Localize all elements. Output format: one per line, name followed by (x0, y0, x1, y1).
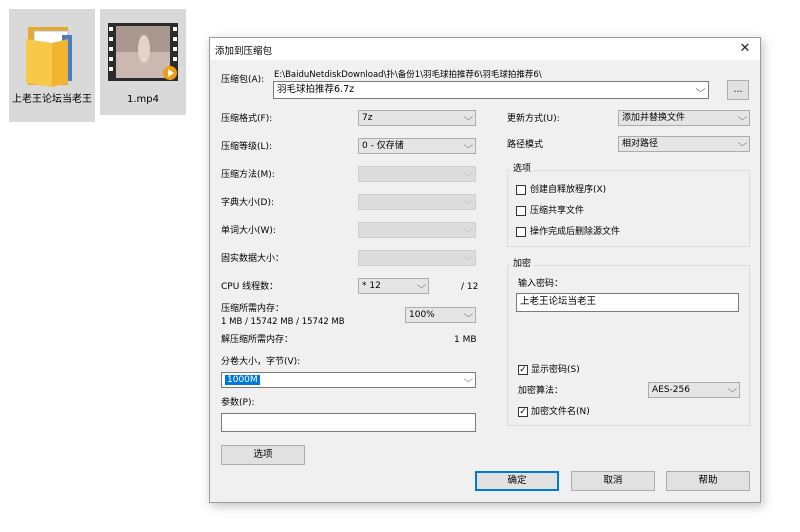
ok-button[interactable]: 确定 (475, 471, 559, 491)
dialog-titlebar[interactable]: 添加到压缩包 ✕ (210, 38, 760, 60)
close-icon[interactable]: ✕ (732, 39, 758, 59)
options-button[interactable]: 选项 (221, 445, 305, 465)
browse-button[interactable]: ... (727, 80, 749, 100)
desktop-folder-icon[interactable]: 上老王论坛当老王 (9, 9, 95, 122)
archive-directory: E:\BaiduNetdiskDownload\扑\备份1\羽毛球拍推荐6\羽毛… (274, 70, 542, 80)
chevron-down-icon: ⌵ (416, 281, 427, 291)
password-value: 上老王论坛当老王 (520, 296, 597, 307)
archive-name-input[interactable]: 羽毛球拍推荐6.7z ⌵ (273, 81, 709, 99)
cpu-threads-value: * 12 (362, 281, 381, 291)
sfx-label: 创建自释放程序(X) (530, 185, 607, 195)
chevron-down-icon: ⌵ (463, 141, 474, 151)
dictionary-select[interactable]: ⌵ (358, 194, 476, 210)
solid-size-label: 固实数据大小： (221, 254, 285, 264)
memory-percent-value: 100% (409, 310, 435, 320)
cpu-threads-select[interactable]: * 12 ⌵ (358, 278, 429, 294)
format-select[interactable]: 7z ⌵ (358, 110, 476, 126)
chevron-down-icon: ⌵ (737, 139, 748, 149)
decompress-memory-value: 1 MB (454, 335, 477, 345)
chevron-down-icon: ⌵ (463, 169, 474, 179)
parameters-input[interactable] (221, 413, 476, 432)
path-mode-label: 路径模式 (507, 140, 544, 150)
level-value: 0 - 仅存储 (362, 141, 404, 151)
compress-memory-label: 压缩所需内存： (221, 304, 285, 314)
archive-label: 压缩包(A): (221, 75, 265, 85)
chevron-down-icon: ⌵ (727, 385, 738, 395)
desktop-video-icon[interactable]: 1.mp4 (100, 9, 186, 115)
level-select[interactable]: 0 - 仅存储 ⌵ (358, 138, 476, 154)
encrypt-names-checkbox[interactable]: ✓ (518, 407, 528, 417)
format-value: 7z (362, 113, 373, 123)
check-icon: ✓ (519, 407, 527, 417)
encrypt-names-label: 加密文件名(N) (531, 407, 590, 417)
help-button[interactable]: 帮助 (666, 471, 750, 491)
chevron-down-icon: ⌵ (463, 253, 474, 263)
path-mode-value: 相对路径 (622, 139, 659, 149)
delete-source-checkbox[interactable] (516, 227, 526, 237)
chevron-down-icon: ⌵ (463, 113, 474, 123)
format-label: 压缩格式(F): (221, 114, 273, 124)
add-to-archive-dialog: 添加到压缩包 ✕ 压缩包(A): E:\BaiduNetdiskDownload… (209, 37, 761, 503)
show-password-label: 显示密码(S) (531, 365, 580, 375)
archive-name-value: 羽毛球拍推荐6.7z (277, 84, 355, 95)
options-group-title: 选项 (511, 163, 534, 175)
desktop-video-label: 1.mp4 (127, 94, 159, 105)
check-icon: ✓ (519, 365, 527, 375)
password-input[interactable]: 上老王论坛当老王 (516, 293, 739, 312)
chevron-down-icon: ⌵ (463, 225, 474, 235)
chevron-down-icon: ⌵ (463, 310, 474, 320)
chevron-down-icon: ⌵ (463, 197, 474, 207)
shared-files-label: 压缩共享文件 (530, 206, 585, 216)
chevron-down-icon: ⌵ (737, 113, 748, 123)
encryption-group-title: 加密 (511, 258, 534, 270)
encryption-method-value: AES-256 (652, 385, 690, 395)
cancel-button[interactable]: 取消 (571, 471, 655, 491)
folder-icon (26, 27, 72, 87)
cpu-threads-max: / 12 (461, 282, 479, 292)
dictionary-label: 字典大小(D): (221, 198, 274, 208)
split-size-combo[interactable]: 1000M ⌵ (221, 372, 476, 388)
chevron-down-icon: ⌵ (463, 375, 474, 385)
dialog-title: 添加到压缩包 (215, 46, 273, 57)
level-label: 压缩等级(L): (221, 142, 273, 152)
method-select[interactable]: ⌵ (358, 166, 476, 182)
split-size-label: 分卷大小，字节(V): (221, 357, 301, 367)
show-password-checkbox[interactable]: ✓ (518, 365, 528, 375)
method-label: 压缩方法(M): (221, 170, 275, 180)
decompress-memory-label: 解压缩所需内存： (221, 335, 294, 345)
split-size-value: 1000M (225, 375, 260, 385)
word-size-select[interactable]: ⌵ (358, 222, 476, 238)
desktop-folder-label: 上老王论坛当老王 (12, 94, 92, 105)
cpu-threads-label: CPU 线程数： (221, 282, 279, 292)
compress-memory-value: 1 MB / 15742 MB / 15742 MB (221, 317, 345, 327)
video-thumbnail-icon (108, 23, 178, 81)
update-mode-select[interactable]: 添加并替换文件 ⌵ (618, 110, 750, 126)
word-size-label: 单词大小(W): (221, 226, 276, 236)
solid-size-select[interactable]: ⌵ (358, 250, 476, 266)
password-label: 输入密码： (518, 279, 564, 289)
path-mode-select[interactable]: 相对路径 ⌵ (618, 136, 750, 152)
encryption-method-select[interactable]: AES-256 ⌵ (648, 382, 740, 398)
memory-percent-select[interactable]: 100% ⌵ (405, 307, 476, 323)
sfx-checkbox[interactable] (516, 185, 526, 195)
chevron-down-icon[interactable]: ⌵ (695, 82, 705, 98)
shared-files-checkbox[interactable] (516, 206, 526, 216)
update-mode-value: 添加并替换文件 (622, 113, 686, 123)
update-mode-label: 更新方式(U): (507, 114, 560, 124)
encryption-method-label: 加密算法： (518, 386, 564, 396)
parameters-label: 参数(P): (221, 398, 255, 408)
delete-source-label: 操作完成后删除源文件 (530, 227, 621, 237)
